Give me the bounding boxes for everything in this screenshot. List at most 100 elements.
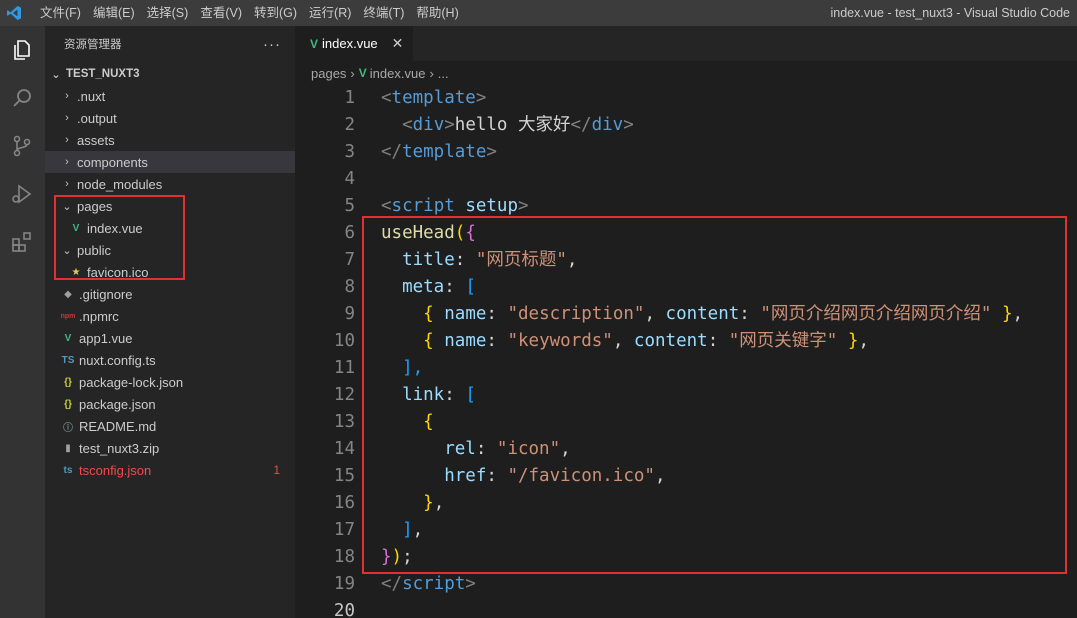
typescript-config-icon: ts	[63, 464, 73, 476]
editor-tab-bar: V index.vue ✕	[295, 26, 1077, 61]
workspace-root[interactable]: ⌄ TEST_NUXT3	[45, 63, 295, 85]
npm-file-icon: npm	[60, 312, 76, 320]
line-number: 16	[333, 493, 355, 513]
tree-item[interactable]: ◆ .gitignore	[45, 283, 295, 305]
tree-item-label: assets	[77, 132, 115, 148]
chevron-down-icon: ⌄	[51, 68, 61, 81]
line-number: 17	[333, 520, 355, 540]
tab-index-vue[interactable]: V index.vue ✕	[295, 26, 413, 61]
code-text: </script>	[381, 574, 476, 594]
tree-item-label: package.json	[79, 396, 156, 412]
breadcrumb-pages[interactable]: pages	[311, 66, 346, 81]
code-editor[interactable]: 1 <template> 2 <div>hello 大家好</div> 3 </temp…	[295, 85, 1077, 618]
run-debug-icon[interactable]	[8, 180, 36, 208]
chevron-right-icon: ›	[65, 112, 69, 124]
explorer-title: 资源管理器	[64, 39, 122, 51]
title-bar: 文件(F) 编辑(E) 选择(S) 查看(V) 转到(G) 运行(R) 终端(T…	[0, 0, 1077, 26]
tree-item-label: .gitignore	[79, 286, 133, 302]
line-number: 13	[333, 412, 355, 432]
chevron-right-icon: ›	[350, 65, 355, 81]
problem-count-badge: 1	[273, 463, 280, 477]
tree-item-label: nuxt.config.ts	[79, 352, 156, 368]
tree-item[interactable]: Vapp1.vue	[45, 327, 295, 349]
more-actions-button[interactable]: ···	[263, 36, 281, 53]
close-icon[interactable]: ✕	[392, 35, 404, 52]
chevron-right-icon: ›	[65, 90, 69, 102]
usehead-highlight-box	[362, 216, 1067, 574]
info-icon: ⓘ	[63, 422, 73, 434]
breadcrumb-index-vue[interactable]: index.vue	[370, 66, 426, 81]
tree-item-label: package-lock.json	[79, 374, 184, 390]
code-line: 3 </template>	[295, 139, 1077, 166]
tree-item[interactable]: ts tsconfig.json 1	[45, 459, 295, 481]
line-number: 2	[344, 115, 355, 135]
line-number: 19	[333, 574, 355, 594]
line-number: 20	[333, 601, 355, 618]
menu-help[interactable]: 帮助(H)	[410, 0, 464, 26]
tree-item[interactable]: › .output	[45, 107, 295, 129]
line-number: 18	[333, 547, 355, 567]
breadcrumb-symbol[interactable]: ...	[438, 66, 449, 81]
vue-file-icon: V	[64, 332, 72, 344]
line-number: 5	[344, 196, 355, 216]
menu-run[interactable]: 运行(R)	[303, 0, 357, 26]
source-control-icon[interactable]	[8, 132, 36, 160]
tree-item[interactable]: {} package-lock.json	[45, 371, 295, 393]
line-number: 15	[333, 466, 355, 486]
tree-item-label: node_modules	[77, 176, 163, 192]
tree-item[interactable]: ⓘ README.md	[45, 415, 295, 437]
menu-go[interactable]: 转到(G)	[248, 0, 303, 26]
code-line: 4	[295, 166, 1077, 193]
zip-file-icon: ▮	[65, 442, 71, 454]
menu-edit[interactable]: 编辑(E)	[87, 0, 141, 26]
tab-label: index.vue	[322, 36, 378, 51]
activity-bar	[0, 26, 45, 618]
pages-public-highlight-box	[54, 195, 185, 280]
tree-item[interactable]: TS nuxt.config.ts	[45, 349, 295, 371]
line-number: 7	[344, 250, 355, 270]
vue-file-icon: V	[358, 66, 367, 80]
tree-item-label: .output	[77, 110, 117, 126]
tree-item-label: tsconfig.json	[79, 462, 152, 478]
line-number: 11	[333, 358, 355, 378]
vue-file-icon: V	[310, 36, 319, 51]
tree-item[interactable]: › assets	[45, 129, 295, 151]
breadcrumb: pages › V index.vue › ...	[295, 61, 1077, 85]
menu-terminal[interactable]: 终端(T)	[357, 0, 410, 26]
extensions-icon[interactable]	[8, 228, 36, 256]
window-title: index.vue - test_nuxt3 - Visual Studio C…	[830, 6, 1071, 20]
line-number: 6	[344, 223, 355, 243]
tree-item[interactable]: › node_modules	[45, 173, 295, 195]
tree-item-label: README.md	[79, 418, 157, 434]
tree-item-label: .nuxt	[77, 88, 106, 104]
tree-item-label: components	[77, 154, 148, 170]
tree-item-label: .npmrc	[79, 308, 119, 324]
tree-item[interactable]: ▮ test_nuxt3.zip	[45, 437, 295, 459]
vscode-logo-icon	[0, 0, 28, 26]
workspace-root-label: TEST_NUXT3	[66, 68, 140, 80]
line-number: 3	[344, 142, 355, 162]
tree-item[interactable]: npm .npmrc	[45, 305, 295, 327]
menu-view[interactable]: 查看(V)	[194, 0, 248, 26]
code-line: 1 <template>	[295, 85, 1077, 112]
chevron-right-icon: ›	[65, 134, 69, 146]
chevron-right-icon: ›	[65, 156, 69, 168]
chevron-right-icon: ›	[65, 178, 69, 190]
code-line: 20	[295, 598, 1077, 618]
menu-selection[interactable]: 选择(S)	[141, 0, 195, 26]
line-number: 14	[333, 439, 355, 459]
json-file-icon: {}	[64, 398, 72, 410]
tree-item[interactable]: › .nuxt	[45, 85, 295, 107]
menu-file[interactable]: 文件(F)	[34, 0, 87, 26]
code-text: <template>	[381, 88, 487, 108]
explorer-icon[interactable]	[8, 36, 36, 64]
typescript-file-icon: TS	[61, 354, 75, 366]
search-icon[interactable]	[8, 84, 36, 112]
tree-item[interactable]: › components	[45, 151, 295, 173]
tree-item[interactable]: {} package.json	[45, 393, 295, 415]
chevron-right-icon: ›	[429, 65, 434, 81]
code-text: <div>hello 大家好</div>	[402, 115, 634, 135]
explorer-header: 资源管理器 ···	[45, 26, 295, 62]
line-number: 12	[333, 385, 355, 405]
git-file-icon: ◆	[64, 288, 72, 300]
